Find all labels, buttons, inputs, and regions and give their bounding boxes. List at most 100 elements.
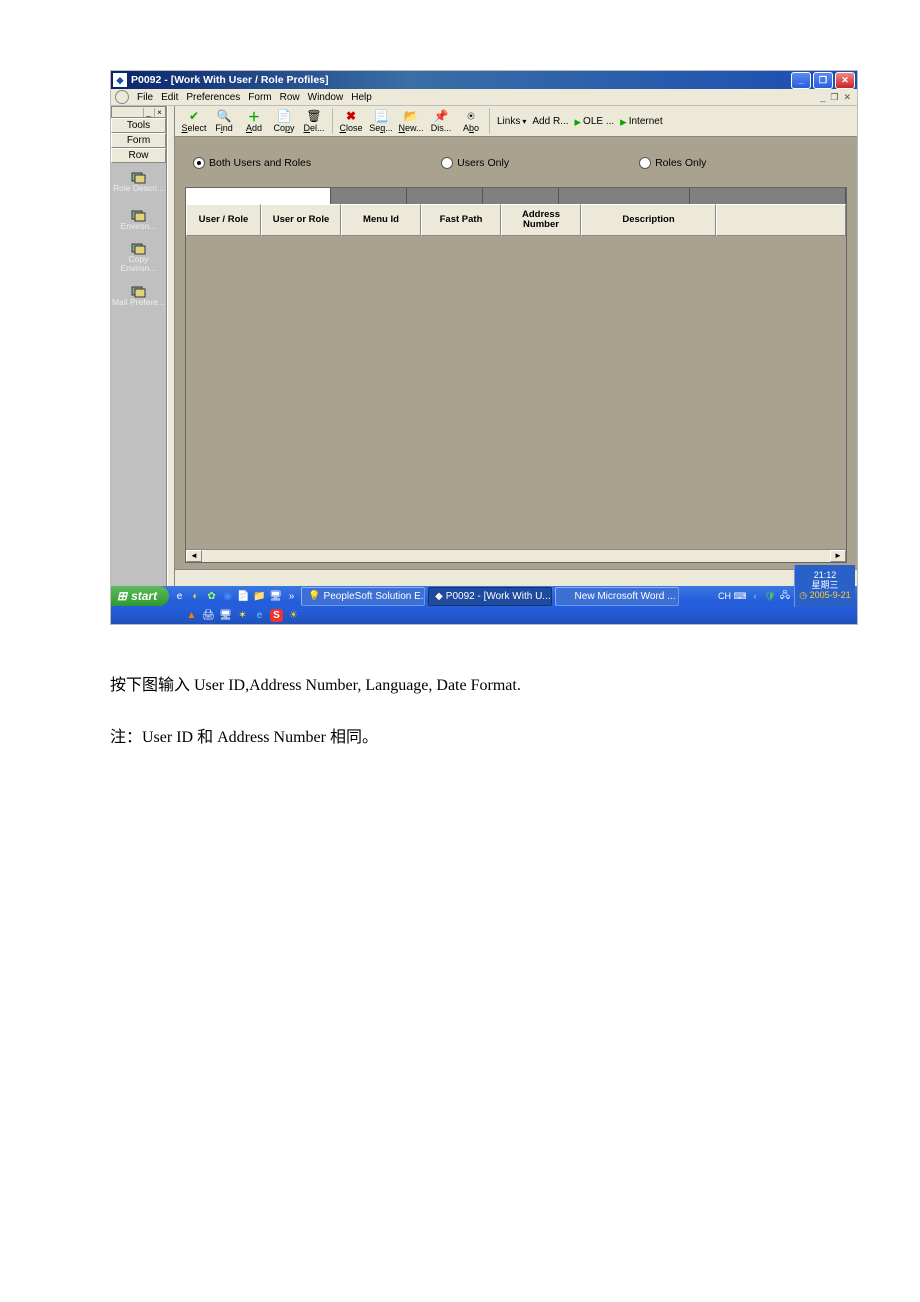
col-address-number[interactable]: Address Number: [501, 204, 581, 236]
splitter[interactable]: [167, 106, 175, 586]
sidebar-tab-row[interactable]: Row: [111, 148, 166, 163]
sidebar-mini-toolbar: _ ×: [111, 106, 166, 118]
shield-icon[interactable]: 🛡: [764, 590, 776, 602]
col-user-or-role[interactable]: User or Role: [261, 204, 341, 236]
antivirus-icon[interactable]: ✶: [236, 609, 249, 622]
col-menu-id[interactable]: Menu Id: [341, 204, 421, 236]
check-icon: ✔: [186, 109, 202, 123]
find-icon: 🔍: [216, 109, 232, 123]
sidebar-item-mail-preferences[interactable]: Mail Prefere...: [111, 277, 166, 315]
new-button[interactable]: 📂 New...: [396, 109, 426, 133]
tray-icon[interactable]: ▲: [185, 609, 198, 622]
grid-header-row: User / Role User or Role Menu Id Fast Pa…: [186, 204, 846, 236]
outlook-icon[interactable]: ◐: [189, 590, 202, 603]
media-icon[interactable]: ◉: [221, 590, 234, 603]
delete-button[interactable]: 🗑 Del...: [299, 109, 329, 133]
start-label: start: [131, 589, 157, 603]
chevron-left-icon[interactable]: ‹: [749, 590, 761, 602]
find-button[interactable]: 🔍 Find: [209, 109, 239, 133]
window-icon: [131, 210, 147, 222]
display-button[interactable]: 📌 Dis...: [426, 109, 456, 133]
notepad-icon[interactable]: 📄: [237, 590, 250, 603]
menu-row[interactable]: Row: [280, 92, 300, 103]
browser-icon[interactable]: e: [253, 609, 266, 622]
mdi-close-button[interactable]: ✕: [841, 92, 853, 103]
more-icon[interactable]: »: [285, 590, 298, 603]
sidebar-tab-tools[interactable]: Tools: [111, 118, 166, 133]
sequence-button[interactable]: 📃 Seq...: [366, 109, 396, 133]
skype-icon[interactable]: S: [270, 609, 283, 622]
sun-icon[interactable]: ☀: [287, 609, 300, 622]
maximize-button[interactable]: ❐: [813, 72, 833, 89]
sidebar-item-label: Copy Environ...: [111, 255, 166, 273]
menu-form[interactable]: Form: [248, 92, 271, 103]
sidebar-item-copy-environments[interactable]: Copy Environ...: [111, 239, 166, 277]
close-button[interactable]: ✕: [835, 72, 855, 89]
taskbar-item-p0092[interactable]: ◆ P0092 - [Work With U...: [428, 587, 552, 606]
start-button[interactable]: ⊞ start: [111, 586, 169, 606]
menu-window[interactable]: Window: [308, 92, 344, 103]
links-dropdown[interactable]: Links: [497, 116, 526, 127]
keyboard-icon[interactable]: ⌨: [734, 590, 746, 602]
printer-icon[interactable]: 🖨: [202, 609, 215, 622]
filter-cell[interactable]: [690, 188, 846, 204]
window-icon: [131, 172, 147, 184]
radio-icon: [639, 157, 651, 169]
col-fast-path[interactable]: Fast Path: [421, 204, 501, 236]
menu-preferences[interactable]: Preferences: [186, 92, 240, 103]
add-button[interactable]: ＋ Add: [239, 109, 269, 133]
menu-help[interactable]: Help: [351, 92, 372, 103]
instruction-line-2: 注：User ID 和 Address Number 相同。: [110, 723, 810, 753]
word-icon: W: [562, 591, 571, 602]
link-ole[interactable]: ▸OLE ...: [575, 115, 615, 128]
radio-users-only[interactable]: Users Only: [441, 157, 509, 169]
select-button[interactable]: ✔ Select: [179, 109, 209, 133]
radio-roles-only[interactable]: Roles Only: [639, 157, 706, 169]
sidebar-tab-form[interactable]: Form: [111, 133, 166, 148]
scroll-right-icon[interactable]: ►: [830, 550, 846, 562]
net-icon[interactable]: 🖥: [219, 609, 232, 622]
filter-cell[interactable]: [559, 188, 690, 204]
close-form-button[interactable]: ✖ Close: [336, 109, 366, 133]
clock[interactable]: 21:12 星期三 ◷ 2005-9-21: [794, 565, 855, 607]
copy-icon: 📄: [276, 109, 292, 123]
sidebar-item-environments[interactable]: Environ...: [111, 201, 166, 239]
scroll-left-icon[interactable]: ◄: [186, 550, 202, 562]
sidebar-item-label: Environ...: [121, 222, 157, 231]
network-icon[interactable]: 🖧: [779, 590, 791, 602]
filter-cell[interactable]: [186, 188, 331, 204]
filter-cell[interactable]: [483, 188, 559, 204]
menu-file[interactable]: File: [137, 92, 153, 103]
about-button[interactable]: ⍟ Abo: [456, 109, 486, 133]
toolbar-separator: [489, 108, 490, 134]
ie-icon[interactable]: e: [173, 590, 186, 603]
taskbar-item-word[interactable]: W New Microsoft Word ...: [555, 587, 679, 606]
ime-indicator[interactable]: CH: [718, 591, 731, 601]
horizontal-scrollbar[interactable]: ◄ ►: [186, 549, 846, 562]
col-user-role[interactable]: User / Role: [186, 204, 261, 236]
sidebar-item-role-descriptions[interactable]: Role Descri...: [111, 163, 166, 201]
grid-body[interactable]: [186, 236, 846, 549]
link-add-r[interactable]: Add R...: [532, 116, 568, 127]
folder-icon[interactable]: 📁: [253, 590, 266, 603]
mdi-minimize-button[interactable]: _: [818, 92, 827, 103]
monitor-icon[interactable]: 🖥: [269, 590, 282, 603]
mdi-restore-button[interactable]: ❐: [828, 92, 840, 103]
col-description[interactable]: Description: [581, 204, 716, 236]
filter-cell[interactable]: [407, 188, 483, 204]
filter-cell[interactable]: [331, 188, 407, 204]
link-internet[interactable]: ▸Internet: [620, 115, 662, 128]
taskbar-item-peoplesoft[interactable]: 💡 PeopleSoft Solution E...: [301, 587, 425, 606]
clock-date: 2005-9-21: [810, 590, 851, 600]
menu-edit[interactable]: Edit: [161, 92, 178, 103]
taskbar-item-label: PeopleSoft Solution E...: [324, 591, 426, 602]
copy-button[interactable]: 📄 Copy: [269, 109, 299, 133]
tool-label: elect: [188, 123, 207, 133]
minimize-button[interactable]: _: [791, 72, 811, 89]
sidebar-close-icon[interactable]: ×: [154, 108, 164, 117]
arrow-right-icon: ▸: [620, 115, 627, 128]
sidebar-undock-icon[interactable]: _: [143, 108, 153, 117]
msn-icon[interactable]: ✿: [205, 590, 218, 603]
document-icon: [115, 90, 129, 104]
radio-both[interactable]: Both Users and Roles: [193, 157, 311, 169]
